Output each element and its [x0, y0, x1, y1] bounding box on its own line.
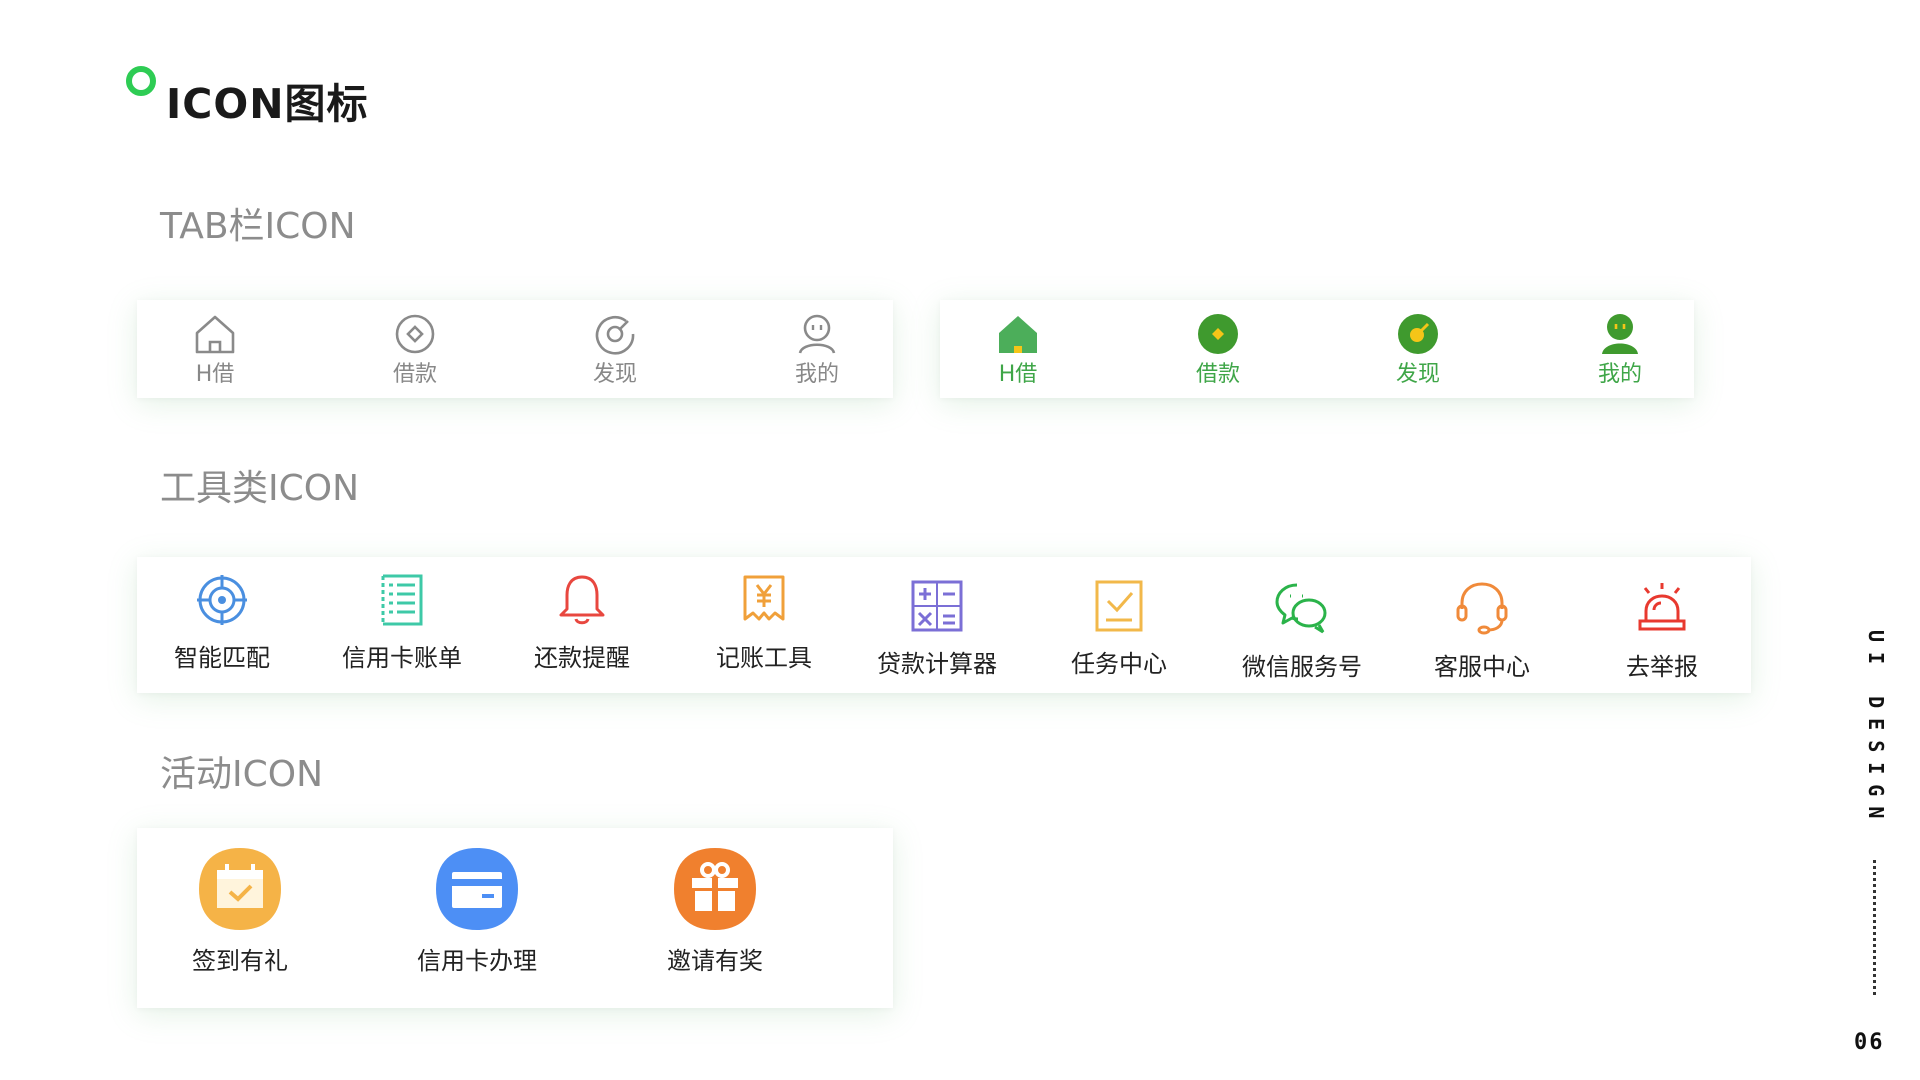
tool-report[interactable]: 去举报 — [1577, 557, 1747, 693]
section-title-tab: TAB栏ICON — [160, 206, 356, 247]
section-title-activity: 活动ICON — [160, 754, 324, 795]
tool-label: 贷款计算器 — [877, 650, 997, 678]
activity-credit-card[interactable]: 信用卡办理 — [387, 828, 567, 1008]
tool-label: 任务中心 — [1071, 650, 1167, 678]
task-check-icon — [1095, 580, 1143, 632]
loan-coin-icon — [395, 314, 435, 354]
tab-loan-active[interactable]: 借款 — [1163, 300, 1273, 398]
home-icon — [195, 315, 235, 354]
home-filled-icon — [999, 316, 1037, 353]
tool-label: 去举报 — [1626, 653, 1698, 681]
tool-label: 还款提醒 — [534, 644, 630, 672]
tool-label: 信用卡账单 — [342, 644, 462, 672]
tool-repay-reminder[interactable]: 还款提醒 — [497, 557, 667, 693]
side-dotted-divider — [1873, 860, 1876, 995]
activity-label: 邀请有奖 — [667, 947, 763, 975]
tool-customer-service[interactable]: 客服中心 — [1397, 557, 1567, 693]
tool-icon-panel: 智能匹配 信用卡账单 还款提醒 记账工具 贷款计算器 任务中心 微信服务号 客服… — [137, 557, 1751, 693]
discover-compass-filled-icon — [1398, 314, 1438, 354]
tool-label: 客服中心 — [1434, 653, 1530, 681]
tab-mine-active[interactable]: 我的 — [1565, 300, 1675, 398]
discover-compass-icon — [595, 316, 635, 355]
tab-label: 发现 — [592, 362, 637, 387]
tab-label: 借款 — [1195, 362, 1240, 387]
page-title: ICON图标 — [166, 80, 369, 128]
tab-loan[interactable]: 借款 — [360, 300, 470, 398]
calendar-check-icon — [199, 848, 281, 930]
activity-label: 信用卡办理 — [417, 947, 537, 975]
activity-invite[interactable]: 邀请有奖 — [625, 828, 805, 1008]
activity-sign-in[interactable]: 签到有礼 — [150, 828, 330, 1008]
tool-credit-bill[interactable]: 信用卡账单 — [317, 557, 487, 693]
calculator-icon — [911, 580, 963, 632]
tab-label: 我的 — [794, 362, 839, 387]
tool-wechat-service[interactable]: 微信服务号 — [1217, 557, 1387, 693]
yen-receipt-icon — [743, 575, 785, 621]
bill-list-icon — [381, 574, 423, 626]
wechat-icon — [1275, 583, 1327, 634]
gift-icon — [674, 848, 756, 930]
bell-icon — [559, 575, 605, 625]
tab-label: 借款 — [392, 362, 437, 387]
tab-h-borrow-active[interactable]: H借 — [963, 300, 1073, 398]
loan-coin-filled-icon — [1198, 314, 1238, 354]
headset-icon — [1456, 582, 1508, 635]
target-icon — [197, 575, 247, 625]
side-label: UI DESIGN — [1864, 630, 1888, 829]
tool-label: 记账工具 — [716, 644, 812, 672]
tool-smart-match[interactable]: 智能匹配 — [137, 557, 307, 693]
user-filled-icon — [1602, 314, 1638, 354]
page-number: 06 — [1854, 1030, 1885, 1055]
tab-bar-active: H借 借款 发现 我的 — [940, 300, 1694, 398]
user-icon — [798, 314, 836, 354]
title-accent-dot-icon — [126, 66, 156, 96]
tool-bookkeeping[interactable]: 记账工具 — [679, 557, 849, 693]
tab-label: 我的 — [1597, 362, 1642, 387]
tab-label: 发现 — [1395, 362, 1440, 387]
tab-bar-inactive: H借 借款 发现 我的 — [137, 300, 893, 398]
tool-label: 微信服务号 — [1242, 653, 1362, 681]
tab-h-borrow[interactable]: H借 — [160, 300, 270, 398]
tab-label: H借 — [998, 362, 1038, 387]
tab-discover[interactable]: 发现 — [560, 300, 670, 398]
tool-loan-calculator[interactable]: 贷款计算器 — [852, 557, 1022, 693]
activity-icon-panel: 签到有礼 信用卡办理 邀请有奖 — [137, 828, 893, 1008]
tab-mine[interactable]: 我的 — [762, 300, 872, 398]
activity-label: 签到有礼 — [192, 947, 288, 975]
credit-card-icon — [436, 848, 518, 930]
tab-label: H借 — [195, 362, 235, 387]
tool-label: 智能匹配 — [174, 644, 270, 672]
tab-discover-active[interactable]: 发现 — [1363, 300, 1473, 398]
section-title-tool: 工具类ICON — [160, 468, 360, 509]
tool-task-center[interactable]: 任务中心 — [1034, 557, 1204, 693]
alarm-siren-icon — [1638, 583, 1686, 631]
